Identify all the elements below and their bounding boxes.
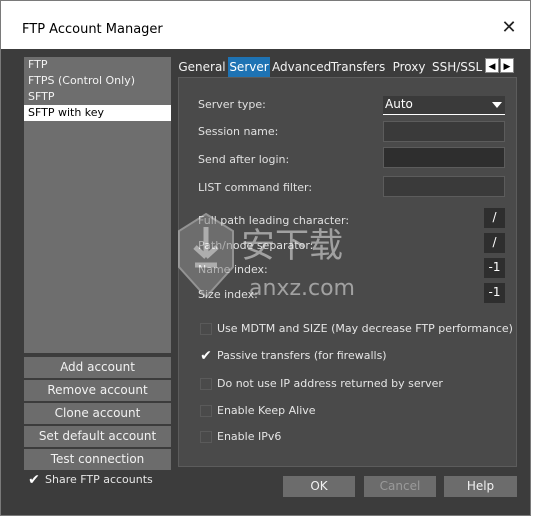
checkbox-box — [200, 378, 212, 390]
account-item-ftp[interactable]: FTP — [24, 57, 171, 73]
tab-proxy[interactable]: Proxy — [388, 57, 430, 77]
keep-alive-checkbox[interactable]: Enable Keep Alive — [200, 403, 500, 421]
path-separator-input[interactable]: / — [484, 233, 505, 253]
server-type-value: Auto — [385, 97, 413, 111]
passive-transfers-label: Passive transfers (for firewalls) — [217, 349, 387, 362]
tab-ssh-ssl[interactable]: SSH/SSL — [432, 57, 482, 77]
full-path-char-input[interactable]: / — [484, 208, 505, 228]
full-path-char-label: Full path leading character: — [198, 214, 350, 227]
no-server-ip-label: Do not use IP address returned by server — [217, 377, 443, 390]
title-bar: FTP Account Manager ✕ — [1, 1, 530, 49]
window-title: FTP Account Manager — [22, 22, 163, 37]
checkbox-box — [200, 431, 212, 443]
use-mdtm-size-checkbox[interactable]: Use MDTM and SIZE (May decrease FTP perf… — [200, 321, 513, 339]
tab-general[interactable]: General — [178, 57, 226, 77]
add-account-button[interactable]: Add account — [24, 357, 171, 378]
name-index-label: Name index: — [198, 263, 268, 276]
account-item-sftp[interactable]: SFTP — [24, 89, 171, 105]
ftp-account-manager-window: FTP Account Manager ✕ FTP FTPS (Control … — [0, 0, 531, 516]
checkmark-icon: ✔ — [28, 472, 40, 488]
clone-account-button[interactable]: Clone account — [24, 403, 171, 424]
name-index-input[interactable]: -1 — [484, 258, 505, 278]
list-command-filter-label: LIST command filter: — [198, 181, 313, 194]
tab-transfers[interactable]: Transfers — [330, 57, 386, 77]
send-after-login-input[interactable] — [383, 147, 505, 168]
ok-button[interactable]: OK — [283, 476, 355, 497]
checkmark-icon: ✔ — [200, 348, 212, 364]
account-item-ftps[interactable]: FTPS (Control Only) — [24, 73, 171, 89]
path-separator-label: Path/node separator: — [198, 239, 314, 252]
session-name-label: Session name: — [198, 125, 279, 138]
account-list[interactable]: FTP FTPS (Control Only) SFTP SFTP with k… — [24, 57, 171, 353]
close-icon[interactable]: ✕ — [496, 15, 522, 41]
test-connection-button[interactable]: Test connection — [24, 449, 171, 470]
keep-alive-label: Enable Keep Alive — [217, 404, 316, 417]
ipv6-label: Enable IPv6 — [217, 430, 282, 443]
share-ftp-accounts-checkbox[interactable]: ✔ Share FTP accounts — [28, 472, 188, 490]
passive-transfers-checkbox[interactable]: ✔ Passive transfers (for firewalls) — [200, 348, 500, 366]
tab-scroll-right-icon[interactable]: ▶ — [500, 58, 514, 73]
session-name-input[interactable] — [383, 121, 505, 142]
chevron-down-icon — [492, 102, 502, 108]
remove-account-button[interactable]: Remove account — [24, 380, 171, 401]
size-index-input[interactable]: -1 — [484, 283, 505, 303]
tab-server[interactable]: Server — [228, 57, 270, 77]
tab-scroll-left-icon[interactable]: ◀ — [485, 58, 499, 73]
size-index-label: Size index: — [198, 288, 258, 301]
server-type-label: Server type: — [198, 98, 266, 111]
set-default-account-button[interactable]: Set default account — [24, 426, 171, 447]
checkbox-box — [200, 323, 212, 335]
account-item-sftp-with-key[interactable]: SFTP with key — [24, 105, 171, 121]
tab-advanced[interactable]: Advanced — [272, 57, 331, 77]
use-mdtm-size-label: Use MDTM and SIZE (May decrease FTP perf… — [217, 322, 513, 335]
cancel-button[interactable]: Cancel — [364, 476, 436, 497]
help-button[interactable]: Help — [444, 476, 517, 497]
no-server-ip-checkbox[interactable]: Do not use IP address returned by server — [200, 376, 500, 394]
server-type-select[interactable]: Auto — [383, 96, 505, 115]
share-ftp-accounts-label: Share FTP accounts — [45, 473, 153, 486]
send-after-login-label: Send after login: — [198, 153, 290, 166]
checkbox-box — [200, 405, 212, 417]
ipv6-checkbox[interactable]: Enable IPv6 — [200, 429, 500, 447]
list-command-filter-input[interactable] — [383, 176, 505, 197]
